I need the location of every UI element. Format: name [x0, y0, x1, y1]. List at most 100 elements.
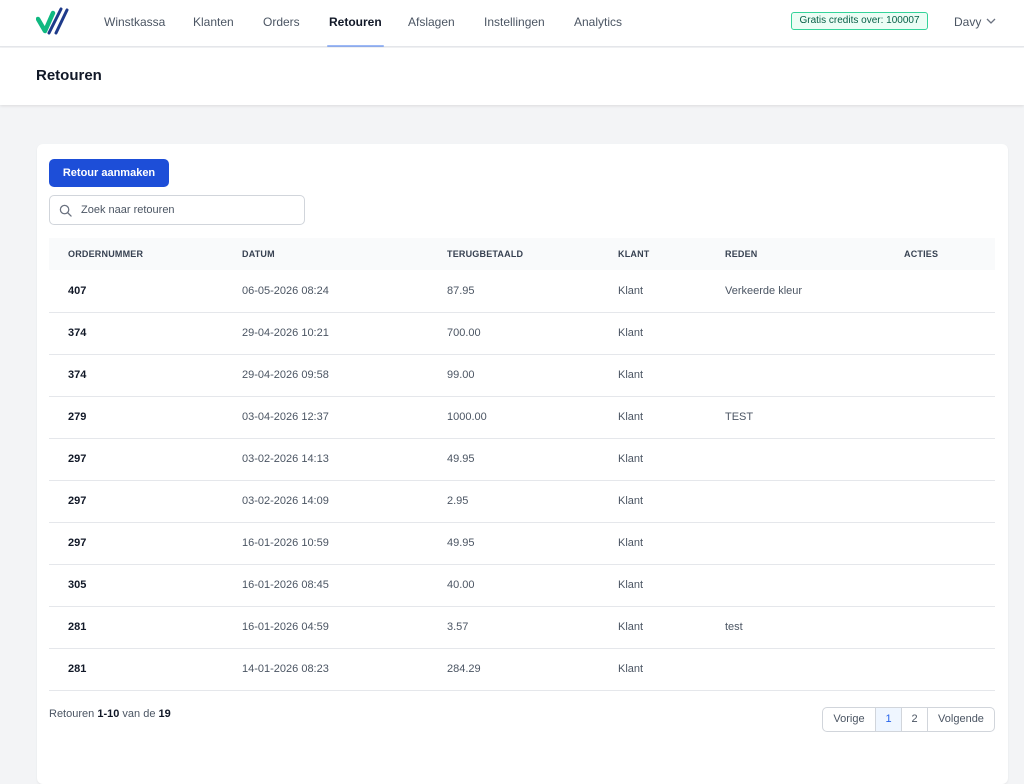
refunded-amount: 99.00 [428, 354, 599, 397]
column-header[interactable]: KLANT [599, 238, 706, 270]
actions-cell [885, 396, 995, 439]
return-date: 29-04-2026 09:58 [223, 354, 428, 397]
summary-range: 1-10 [97, 708, 120, 720]
page-1-button[interactable]: 1 [875, 708, 901, 731]
order-number: 407 [49, 270, 223, 313]
customer: Klant [599, 312, 706, 355]
reason: Verkeerde kleur [706, 270, 885, 313]
reason: test [706, 606, 885, 649]
nav-item-orders[interactable]: Orders [263, 0, 300, 47]
top-navigation: Winstkassa Klanten Orders Retouren Afsla… [0, 0, 1024, 47]
reason [706, 648, 885, 691]
reason [706, 480, 885, 523]
reason [706, 564, 885, 607]
customer: Klant [599, 564, 706, 607]
customer: Klant [599, 606, 706, 649]
app-logo[interactable] [36, 7, 70, 35]
table-row[interactable]: 279 03-04-2026 12:37 1000.00 Klant TEST [49, 396, 995, 439]
refunded-amount: 2.95 [428, 480, 599, 523]
table-row[interactable]: 281 14-01-2026 08:23 284.29 Klant [49, 648, 995, 691]
column-header[interactable]: DATUM [223, 238, 428, 270]
refunded-amount: 49.95 [428, 522, 599, 565]
customer: Klant [599, 354, 706, 397]
order-number: 279 [49, 396, 223, 439]
user-menu[interactable]: Davy [954, 0, 981, 44]
customer: Klant [599, 480, 706, 523]
nav-item-instellingen[interactable]: Instellingen [484, 0, 545, 47]
refunded-amount: 87.95 [428, 270, 599, 313]
table-row[interactable]: 297 03-02-2026 14:09 2.95 Klant [49, 480, 995, 523]
table-row[interactable]: 374 29-04-2026 09:58 99.00 Klant [49, 354, 995, 397]
customer: Klant [599, 648, 706, 691]
actions-cell [885, 270, 995, 313]
column-header[interactable]: TERUGBETAALD [428, 238, 599, 270]
page-2-button[interactable]: 2 [901, 708, 927, 731]
search-icon [59, 204, 72, 217]
order-number: 281 [49, 606, 223, 649]
refunded-amount: 3.57 [428, 606, 599, 649]
column-header: ACTIES [904, 249, 939, 259]
actions-cell [885, 564, 995, 607]
reason [706, 438, 885, 481]
customer: Klant [599, 396, 706, 439]
credits-badge: Gratis credits over: 100007 [791, 12, 928, 30]
table-row[interactable]: 297 16-01-2026 10:59 49.95 Klant [49, 522, 995, 565]
return-date: 16-01-2026 08:45 [223, 564, 428, 607]
refunded-amount: 40.00 [428, 564, 599, 607]
table-row[interactable]: 297 03-02-2026 14:13 49.95 Klant [49, 438, 995, 481]
refunded-amount: 284.29 [428, 648, 599, 691]
actions-cell [885, 438, 995, 481]
column-header[interactable]: ORDERNUMMER [49, 238, 223, 270]
order-number: 305 [49, 564, 223, 607]
search-box[interactable] [49, 195, 305, 225]
actions-cell [885, 606, 995, 649]
page-header: Retouren [0, 48, 1024, 105]
column-header[interactable]: REDEN [706, 238, 885, 270]
previous-page-button[interactable]: Vorige [823, 708, 875, 731]
refunded-amount: 1000.00 [428, 396, 599, 439]
nav-item-klanten[interactable]: Klanten [193, 0, 234, 47]
return-date: 03-04-2026 12:37 [223, 396, 428, 439]
nav-item-retouren[interactable]: Retouren [327, 0, 384, 47]
table-row[interactable]: 305 16-01-2026 08:45 40.00 Klant [49, 564, 995, 607]
order-number: 297 [49, 522, 223, 565]
return-date: 06-05-2026 08:24 [223, 270, 428, 313]
order-number: 374 [49, 312, 223, 355]
table-row[interactable]: 407 06-05-2026 08:24 87.95 Klant Verkeer… [49, 270, 995, 313]
summary-total: 19 [158, 708, 171, 720]
refunded-amount: 700.00 [428, 312, 599, 355]
return-date: 14-01-2026 08:23 [223, 648, 428, 691]
pagination-summary: Retouren 1-10 van de 19 [49, 708, 171, 720]
table-header-row: ORDERNUMMER DATUM TERUGBETAALD KLANT RED… [49, 238, 995, 270]
summary-prefix: Retouren [49, 708, 95, 720]
create-return-button[interactable]: Retour aanmaken [49, 159, 169, 187]
actions-cell [885, 312, 995, 355]
order-number: 281 [49, 648, 223, 691]
returns-card: Retour aanmaken ORDERNUMMER DATUM TERUGB… [37, 144, 1008, 784]
search-input[interactable] [81, 201, 296, 219]
reason [706, 312, 885, 355]
return-date: 29-04-2026 10:21 [223, 312, 428, 355]
nav-item-afslagen[interactable]: Afslagen [408, 0, 455, 47]
chevron-down-icon[interactable] [986, 16, 996, 26]
summary-middle: van de [122, 708, 156, 720]
return-date: 16-01-2026 10:59 [223, 522, 428, 565]
order-number: 374 [49, 354, 223, 397]
nav-item-analytics[interactable]: Analytics [574, 0, 622, 47]
table-row[interactable]: 374 29-04-2026 10:21 700.00 Klant [49, 312, 995, 355]
actions-cell [885, 480, 995, 523]
page-title: Retouren [36, 67, 102, 84]
refunded-amount: 49.95 [428, 438, 599, 481]
order-number: 297 [49, 480, 223, 523]
table-row[interactable]: 281 16-01-2026 04:59 3.57 Klant test [49, 606, 995, 649]
nav-item-winstkassa[interactable]: Winstkassa [104, 0, 165, 47]
customer: Klant [599, 438, 706, 481]
customer: Klant [599, 522, 706, 565]
pagination: Vorige 1 2 Volgende [822, 707, 995, 732]
next-page-button[interactable]: Volgende [927, 708, 994, 731]
reason: TEST [706, 396, 885, 439]
returns-table: ORDERNUMMER DATUM TERUGBETAALD KLANT RED… [49, 238, 995, 691]
order-number: 297 [49, 438, 223, 481]
actions-cell [885, 354, 995, 397]
return-date: 03-02-2026 14:13 [223, 438, 428, 481]
